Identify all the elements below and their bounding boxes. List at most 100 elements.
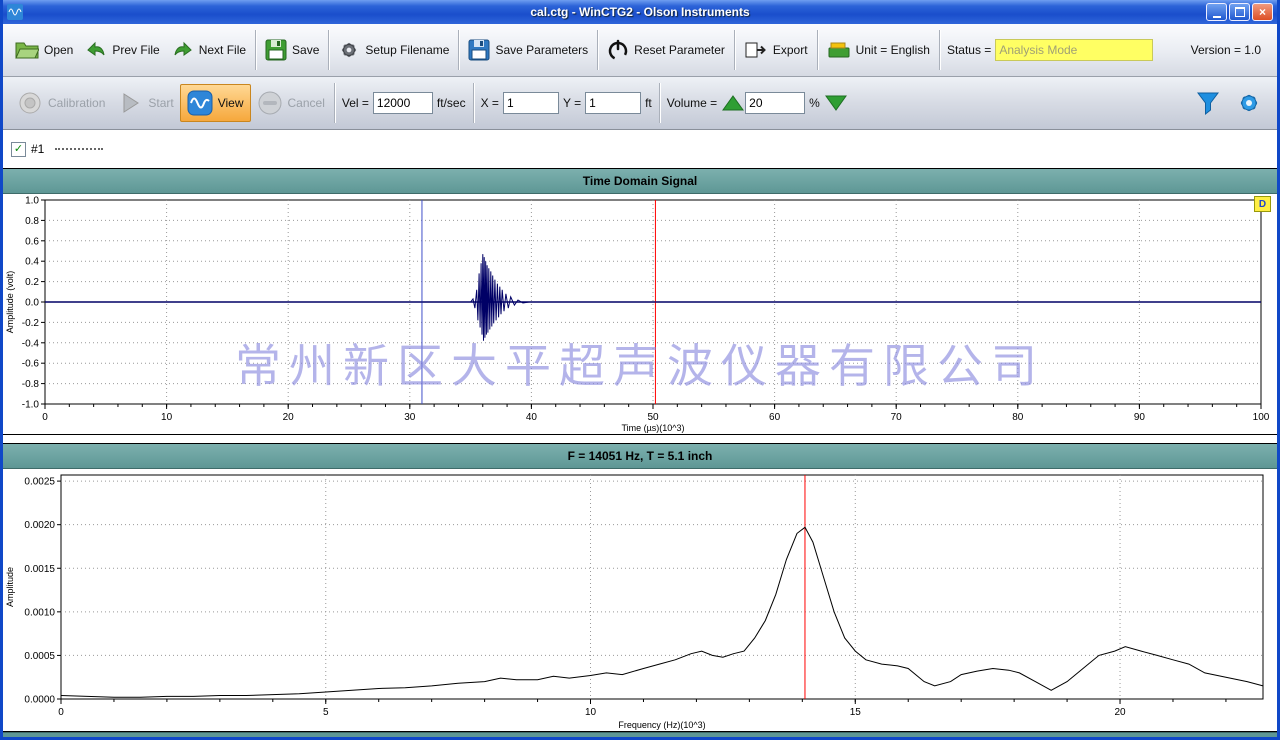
channel1-label: #1 [31, 142, 44, 156]
settings-gear-button[interactable] [1235, 89, 1263, 117]
play-icon [117, 90, 143, 116]
svg-text:90: 90 [1134, 412, 1146, 423]
toolbar-separator [597, 30, 598, 70]
next-arrow-icon [172, 39, 194, 61]
save-button[interactable]: Save [259, 34, 325, 66]
svg-text:-0.8: -0.8 [22, 379, 40, 390]
version-label: Version = 1.0 [1191, 43, 1271, 57]
gear-icon [338, 39, 360, 61]
minimize-icon [1213, 16, 1221, 18]
window-title: cal.ctg - WinCTG2 - Olson Instruments [3, 5, 1277, 19]
status-label: Status = [947, 43, 991, 57]
svg-text:1.0: 1.0 [25, 196, 39, 207]
svg-text:Frequency (Hz)(10^3): Frequency (Hz)(10^3) [618, 720, 705, 730]
volume-down-button[interactable] [824, 94, 848, 112]
svg-text:100: 100 [1253, 412, 1270, 423]
toolbar-separator [817, 30, 818, 70]
unit-button[interactable]: Unit = English [821, 35, 936, 65]
unit-icon [827, 40, 851, 60]
svg-text:-0.4: -0.4 [22, 338, 40, 349]
svg-text:0: 0 [58, 707, 64, 718]
maximize-icon [1235, 7, 1245, 17]
volume-input[interactable] [745, 92, 805, 114]
y-input[interactable] [585, 92, 641, 114]
export-label: Export [773, 43, 808, 57]
window-controls: × [1206, 3, 1273, 21]
svg-text:-0.2: -0.2 [22, 318, 40, 329]
toolbar-separator [473, 83, 474, 123]
volume-up-button[interactable] [721, 94, 745, 112]
check-icon: ✓ [14, 144, 23, 155]
svg-text:0.0015: 0.0015 [24, 564, 55, 575]
time-domain-panel: Time Domain Signal D 常州新区大平超声波仪器有限公司 010… [3, 168, 1277, 435]
d-toggle-button[interactable]: D [1254, 196, 1271, 212]
power-reset-icon [607, 39, 629, 61]
svg-text:-0.6: -0.6 [22, 359, 40, 370]
svg-text:50: 50 [647, 412, 659, 423]
svg-text:0.0005: 0.0005 [24, 651, 55, 662]
export-button[interactable]: Export [738, 34, 814, 66]
maximize-button[interactable] [1229, 3, 1250, 21]
reset-parameter-label: Reset Parameter [634, 43, 725, 57]
svg-text:0.8: 0.8 [25, 216, 39, 227]
close-button[interactable]: × [1252, 3, 1273, 21]
prev-file-button[interactable]: Prev File [79, 34, 165, 66]
cancel-button[interactable]: Cancel [251, 85, 331, 121]
export-icon [744, 39, 768, 61]
svg-text:70: 70 [891, 412, 903, 423]
svg-text:20: 20 [1114, 707, 1126, 718]
filter-funnel-button[interactable] [1195, 90, 1221, 116]
svg-text:15: 15 [850, 707, 862, 718]
svg-text:Amplitude (volt): Amplitude (volt) [5, 271, 15, 334]
next-file-label: Next File [199, 43, 246, 57]
time-domain-chart[interactable]: 0102030405060708090100-1.0-0.8-0.6-0.4-0… [3, 194, 1275, 434]
open-label: Open [44, 43, 73, 57]
svg-text:0.0000: 0.0000 [24, 695, 55, 706]
svg-text:0.4: 0.4 [25, 257, 39, 268]
calibration-label: Calibration [48, 96, 105, 110]
frequency-title: F = 14051 Hz, T = 5.1 inch [568, 449, 713, 463]
start-button[interactable]: Start [111, 85, 179, 121]
cancel-label: Cancel [288, 96, 325, 110]
cancel-icon [257, 90, 283, 116]
y-label: Y = [563, 96, 581, 110]
unit-label: Unit = English [856, 43, 930, 57]
waveform-icon [187, 90, 213, 116]
reset-parameter-button[interactable]: Reset Parameter [601, 34, 731, 66]
open-button[interactable]: Open [9, 34, 79, 66]
svg-text:0.2: 0.2 [25, 277, 39, 288]
time-domain-body: D 常州新区大平超声波仪器有限公司 0102030405060708090100… [3, 194, 1277, 434]
panel-gap [3, 435, 1277, 443]
view-label: View [218, 96, 244, 110]
start-label: Start [148, 96, 173, 110]
view-button[interactable]: View [180, 84, 251, 122]
svg-text:10: 10 [161, 412, 173, 423]
prev-file-label: Prev File [112, 43, 159, 57]
vel-input[interactable] [373, 92, 433, 114]
frequency-body: 051015200.00000.00050.00100.00150.00200.… [3, 469, 1277, 731]
save-parameters-button[interactable]: Save Parameters [462, 34, 594, 66]
toolbar-separator [334, 83, 335, 123]
channel1-checkbox[interactable]: ✓ [11, 142, 26, 157]
vel-label: Vel = [342, 96, 369, 110]
x-input[interactable] [503, 92, 559, 114]
svg-text:Time (µs)(10^3): Time (µs)(10^3) [621, 423, 684, 433]
svg-text:0.0: 0.0 [25, 298, 39, 309]
main-toolbar: Open Prev File Next File Save Setup File… [3, 24, 1277, 77]
close-icon: × [1259, 5, 1266, 19]
status-field[interactable] [995, 39, 1153, 61]
toolbar-separator [939, 30, 940, 70]
setup-filename-button[interactable]: Setup Filename [332, 34, 455, 66]
minimize-button[interactable] [1206, 3, 1227, 21]
time-domain-title: Time Domain Signal [583, 174, 697, 188]
time-domain-header: Time Domain Signal [3, 169, 1277, 194]
calibration-button[interactable]: Calibration [11, 85, 111, 121]
channel1-line-sample [55, 148, 103, 150]
x-label: X = [481, 96, 499, 110]
svg-text:0: 0 [42, 412, 48, 423]
svg-text:0.0010: 0.0010 [24, 607, 55, 618]
legend-row: ✓ #1 [3, 130, 1277, 168]
next-file-button[interactable]: Next File [166, 34, 252, 66]
frequency-chart[interactable]: 051015200.00000.00050.00100.00150.00200.… [3, 469, 1275, 731]
prev-arrow-icon [85, 39, 107, 61]
